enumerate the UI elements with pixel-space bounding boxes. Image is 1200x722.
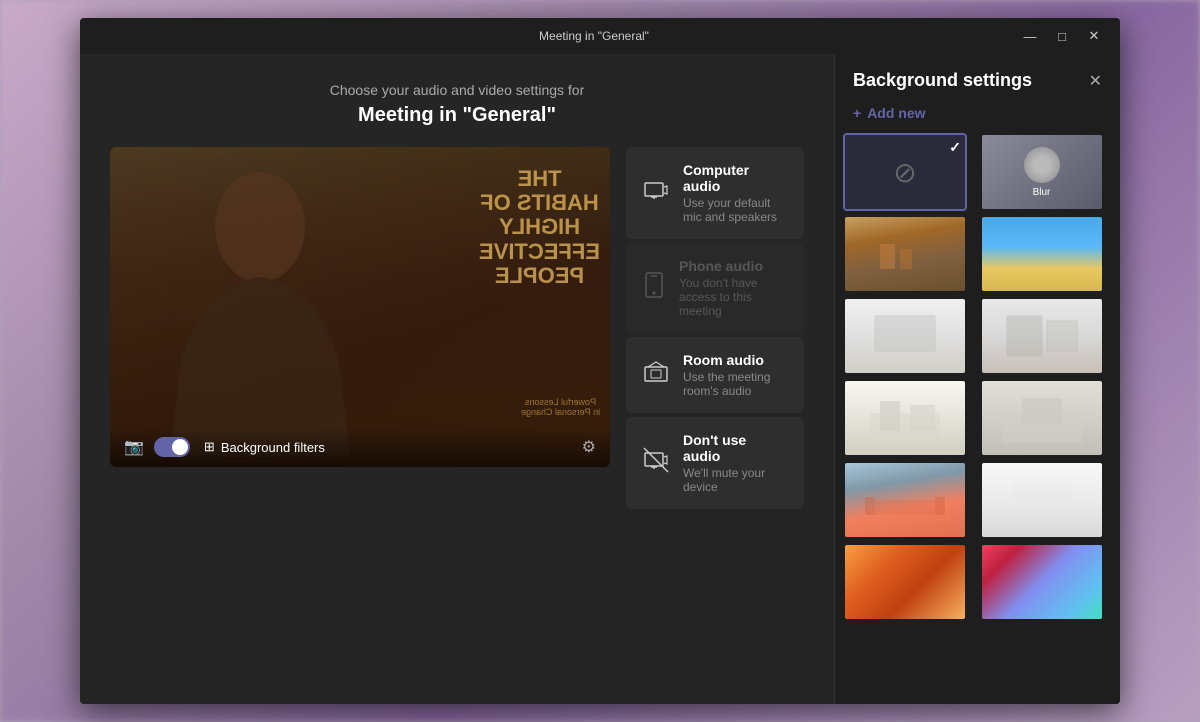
bg-beach-inner <box>982 217 1102 291</box>
selected-check: ✓ <box>949 139 961 156</box>
window-content: Choose your audio and video settings for… <box>80 54 1120 704</box>
blur-avatar <box>1024 147 1060 183</box>
no-audio-desc: We'll mute your device <box>683 466 787 494</box>
phone-audio-text: Phone audio You don't have access to thi… <box>679 258 787 318</box>
video-preview: THEHABITS OFHIGHLYEFFECTIVEPEOPLE Powerf… <box>110 147 610 467</box>
room-audio-label: Room audio <box>683 352 787 368</box>
bg-lounge-inner <box>845 463 965 537</box>
settings-icon[interactable]: ⚙ <box>582 437 596 457</box>
bg-panel-header: Background settings ✕ <box>835 54 1120 101</box>
add-new-label: Add new <box>867 105 925 121</box>
bg-room2-inner <box>982 381 1102 455</box>
room-audio-option[interactable]: Room audio Use the meeting room's audio <box>626 337 804 413</box>
no-bg-icon: ⊘ <box>893 156 916 189</box>
bg-thumb-beach[interactable] <box>980 215 1104 293</box>
bg-panel-title: Background settings <box>853 70 1032 91</box>
bg-thumb-blur[interactable]: Blur <box>980 133 1104 211</box>
video-person: THEHABITS OFHIGHLYEFFECTIVEPEOPLE Powerf… <box>110 147 610 467</box>
room-audio-text: Room audio Use the meeting room's audio <box>683 352 787 398</box>
bg-thumb-gradient1[interactable] <box>843 543 967 621</box>
room-audio-desc: Use the meeting room's audio <box>683 370 787 398</box>
phone-audio-label: Phone audio <box>679 258 787 274</box>
window-controls: — □ ✕ <box>1016 26 1108 46</box>
room2-decoration <box>1002 393 1082 443</box>
bg-minimal1-inner <box>845 299 965 373</box>
audio-options: Computer audio Use your default mic and … <box>626 147 804 509</box>
toggle-knob <box>172 439 188 455</box>
bg-none-inner: ⊘ ✓ <box>845 135 965 209</box>
person-silhouette <box>140 167 380 457</box>
bg-minimal2-inner <box>982 299 1102 373</box>
camera-icon: 📷 <box>124 437 144 457</box>
background-filters-label: ⊞ Background filters <box>204 439 325 455</box>
maximize-button[interactable]: □ <box>1048 26 1076 46</box>
bg-thumb-none[interactable]: ⊘ ✓ <box>843 133 967 211</box>
bg-thumb-office[interactable] <box>843 215 967 293</box>
computer-audio-text: Computer audio Use your default mic and … <box>683 162 787 224</box>
bg-panel-close-button[interactable]: ✕ <box>1089 71 1102 91</box>
white-decoration <box>1002 475 1082 525</box>
room1-decoration <box>865 393 945 443</box>
bg-office-inner <box>845 217 965 291</box>
computer-audio-option[interactable]: Computer audio Use your default mic and … <box>626 147 804 239</box>
bg-thumb-gradient2[interactable] <box>980 543 1104 621</box>
bg-white-inner <box>982 463 1102 537</box>
phone-audio-desc: You don't have access to this meeting <box>679 276 787 318</box>
title-bar: Meeting in "General" — □ ✕ <box>80 18 1120 54</box>
bg-gradient2-inner <box>982 545 1102 619</box>
add-new-icon: + <box>853 105 861 121</box>
bg-thumb-minimal1[interactable] <box>843 297 967 375</box>
computer-audio-icon <box>643 177 669 209</box>
bg-gradient1-inner <box>845 545 965 619</box>
pre-join-header: Choose your audio and video settings for… <box>330 82 585 127</box>
phone-audio-option: Phone audio You don't have access to thi… <box>626 243 804 333</box>
pre-join-title: Meeting in "General" <box>330 104 585 127</box>
window-close-button[interactable]: ✕ <box>1080 26 1108 46</box>
phone-audio-icon <box>643 272 665 304</box>
no-audio-option[interactable]: Don't use audio We'll mute your device <box>626 417 804 509</box>
lounge-decoration <box>865 475 945 525</box>
video-controls: 📷 ⊞ Background filters ⚙ <box>110 427 610 467</box>
main-area: Choose your audio and video settings for… <box>80 54 834 704</box>
book-subtitle: Powerful Lessonsin Personal Change <box>521 397 600 417</box>
minimize-button[interactable]: — <box>1016 26 1044 46</box>
computer-audio-desc: Use your default mic and speakers <box>683 196 787 224</box>
main-window: Meeting in "General" — □ ✕ Choose your a… <box>80 18 1120 704</box>
video-canvas: THEHABITS OFHIGHLYEFFECTIVEPEOPLE Powerf… <box>110 147 610 467</box>
camera-toggle[interactable] <box>154 437 190 457</box>
bg-room1-inner <box>845 381 965 455</box>
office-decoration <box>875 234 935 274</box>
bg-thumb-minimal2[interactable] <box>980 297 1104 375</box>
bg-blur-inner: Blur <box>982 135 1102 209</box>
window-title: Meeting in "General" <box>172 29 1016 43</box>
filters-text: Background filters <box>221 440 325 455</box>
blur-label: Blur <box>1033 187 1051 198</box>
no-audio-label: Don't use audio <box>683 432 787 464</box>
filters-icon: ⊞ <box>204 439 215 455</box>
add-new-button[interactable]: + Add new <box>835 101 1120 133</box>
bg-thumb-room2[interactable] <box>980 379 1104 457</box>
minimal2-decoration <box>1002 311 1082 361</box>
bg-thumb-lounge[interactable] <box>843 461 967 539</box>
no-audio-icon <box>643 447 669 479</box>
bg-thumb-room1[interactable] <box>843 379 967 457</box>
preview-and-audio: THEHABITS OFHIGHLYEFFECTIVEPEOPLE Powerf… <box>110 147 804 509</box>
computer-audio-label: Computer audio <box>683 162 787 194</box>
room-audio-icon <box>643 359 669 391</box>
pre-join-subtitle: Choose your audio and video settings for <box>330 82 585 98</box>
background-grid: ⊘ ✓ Blur <box>835 133 1120 629</box>
no-audio-text: Don't use audio We'll mute your device <box>683 432 787 494</box>
minimal1-decoration <box>865 311 945 361</box>
background-settings-panel: Background settings ✕ + Add new ⊘ ✓ <box>834 54 1120 704</box>
book-text: THEHABITS OFHIGHLYEFFECTIVEPEOPLE <box>479 167 600 288</box>
bg-thumb-white[interactable] <box>980 461 1104 539</box>
